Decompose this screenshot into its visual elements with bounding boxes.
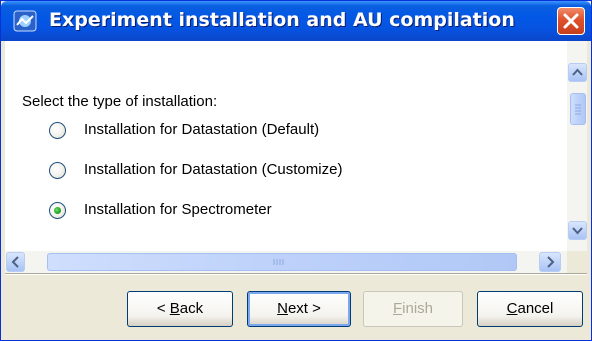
chevron-up-icon <box>572 68 583 76</box>
scroll-left-button[interactable] <box>6 252 25 272</box>
horizontal-scrollbar[interactable] <box>5 251 567 273</box>
option-label: Installation for Spectrometer <box>84 201 272 218</box>
option-label: Installation for Datastation (Customize) <box>84 161 343 178</box>
vertical-scroll-thumb[interactable] <box>570 93 586 125</box>
back-button-label: < Back <box>156 300 204 317</box>
grip-icon <box>273 259 284 265</box>
finish-button[interactable]: Finish <box>363 291 463 327</box>
scroll-up-button[interactable] <box>568 63 587 82</box>
option-label: Installation for Datastation (Default) <box>84 121 320 138</box>
app-icon <box>13 10 37 32</box>
next-button-label: Next > <box>277 300 321 317</box>
title-bar[interactable]: Experiment installation and AU compilati… <box>1 1 591 41</box>
installer-window: Experiment installation and AU compilati… <box>0 0 592 341</box>
close-icon <box>563 13 579 29</box>
scrollbar-corner <box>567 251 587 273</box>
chevron-down-icon <box>572 227 583 235</box>
installation-type-prompt: Select the type of installation: <box>22 93 218 110</box>
cancel-button-label: Cancel <box>506 300 554 317</box>
scroll-right-button[interactable] <box>539 252 561 272</box>
cancel-button[interactable]: Cancel <box>477 291 583 327</box>
radio-selected-dot <box>54 207 61 214</box>
window-title: Experiment installation and AU compilati… <box>49 9 515 31</box>
chevron-left-icon <box>11 256 19 268</box>
horizontal-scroll-thumb[interactable] <box>47 253 517 271</box>
next-button[interactable]: Next > <box>247 291 351 327</box>
finish-button-label: Finish <box>392 300 434 317</box>
back-button[interactable]: < Back <box>127 291 233 327</box>
footer-divider <box>5 273 587 275</box>
close-button[interactable] <box>557 7 585 35</box>
scroll-down-button[interactable] <box>568 221 587 240</box>
chevron-right-icon <box>547 256 555 268</box>
radio-button-selected[interactable] <box>49 202 66 219</box>
radio-button[interactable] <box>49 162 66 179</box>
installation-options-panel: Select the type of installation: Install… <box>5 41 587 273</box>
radio-button[interactable] <box>49 122 66 139</box>
grip-icon <box>575 104 581 115</box>
vertical-scrollbar[interactable] <box>567 41 587 251</box>
